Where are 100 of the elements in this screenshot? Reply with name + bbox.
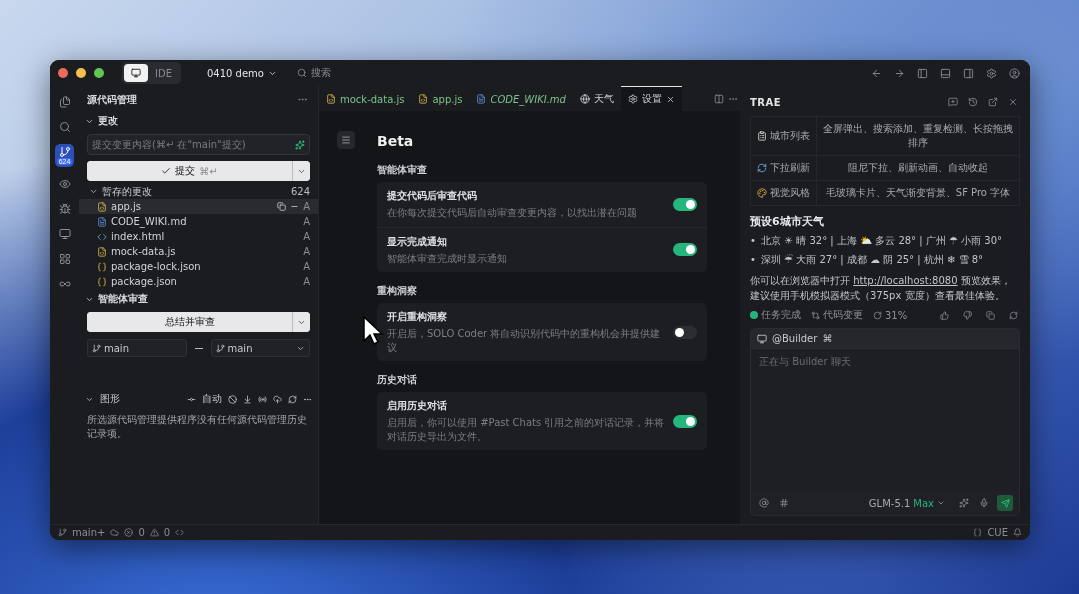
editor-tab[interactable]: 天气 — [572, 86, 621, 111]
project-dropdown[interactable]: 0410 demo — [200, 66, 283, 80]
menu-button[interactable] — [337, 131, 355, 149]
review-menu-button[interactable] — [292, 312, 310, 332]
debug-activity-button[interactable] — [56, 201, 73, 217]
branch-name[interactable]: main+ — [72, 527, 106, 538]
done-dot-icon — [750, 311, 758, 319]
auto-label[interactable]: 自动 — [202, 392, 222, 406]
settings-icon — [986, 67, 997, 79]
mention-button[interactable] — [757, 496, 771, 510]
document-icon — [97, 216, 107, 227]
file-list-item[interactable]: index.html A — [79, 229, 318, 244]
account-button[interactable] — [1007, 65, 1022, 81]
panel-left-icon — [917, 67, 928, 79]
remote-activity-button[interactable] — [56, 226, 73, 242]
branch-icon — [92, 343, 101, 353]
solo-mode-tab[interactable] — [124, 64, 148, 82]
setting-title: 启用历史对话 — [387, 399, 448, 413]
localhost-link[interactable]: http://localhost:8080 — [853, 275, 958, 286]
setting-title: 开启重构洞察 — [387, 310, 448, 324]
settings-title: Beta — [377, 133, 415, 149]
table-cell: 毛玻璃卡片、天气渐变背景、SF Pro 字体 — [817, 180, 1019, 205]
section-heading: 历史对话 — [377, 373, 418, 387]
chevron-down-icon — [937, 499, 945, 507]
like-button[interactable] — [938, 308, 951, 322]
file-name: CODE_WIKI.md — [111, 216, 187, 227]
model-select[interactable]: GLM-5.1 Max — [862, 496, 951, 510]
maximize-window-button[interactable] — [94, 68, 104, 78]
chat-composer[interactable]: @Builder ⌘ 正在与 Builder 聊天 GLM-5.1 Max — [750, 328, 1020, 516]
file-list-item[interactable]: package-lock.json A — [79, 259, 318, 274]
base-branch-select[interactable]: main — [87, 339, 187, 357]
response-heading: 预设6城市天气 — [750, 214, 825, 229]
editor-tab[interactable]: mock-data.js — [319, 86, 412, 111]
file-status: A — [303, 231, 310, 242]
search-field[interactable]: 搜索 — [296, 66, 331, 80]
braces-icon — [973, 528, 983, 537]
new-chat-button[interactable] — [946, 95, 960, 109]
editor-tab[interactable]: 设置 — [620, 86, 682, 111]
bell-icon — [1013, 528, 1022, 537]
file-name: app.js — [111, 201, 141, 212]
file-status: A — [303, 246, 310, 257]
dislike-button[interactable] — [961, 308, 974, 322]
weather-line: 深圳 ☔ 大雨 27° | 成都 ☁ 阴 25° | 杭州 ❄ 雪 8° — [760, 253, 984, 268]
refresh-icon — [1009, 310, 1018, 320]
toggle-switch[interactable] — [673, 197, 697, 211]
check-icon — [161, 166, 172, 176]
compare-branch-select[interactable]: main — [210, 339, 310, 357]
monitor-icon — [757, 333, 767, 344]
file-status: A — [303, 261, 310, 272]
thumbs-up-icon — [940, 310, 949, 320]
file-list-item[interactable]: mock-data.js A — [79, 244, 318, 259]
file-name: index.html — [111, 231, 165, 242]
preview-note: 你可以在浏览器中打开 http://localhost:8080 预览效果，建议使用手机模拟器模式（375px 宽度）查看最佳体验。 — [750, 274, 1012, 303]
commit-menu-button[interactable] — [292, 161, 310, 181]
settings-icon — [627, 94, 638, 104]
commit-message-input[interactable]: 提交变更内容(⌘↵ 在"main"提交) — [92, 139, 293, 150]
section-heading: 重构洞察 — [377, 284, 418, 298]
history-icon — [968, 97, 978, 107]
file-list-item[interactable]: package.json A — [79, 274, 318, 289]
arrow-right-icon — [894, 67, 905, 79]
ide-mode-tab[interactable]: IDE — [148, 64, 179, 82]
code-file-icon — [326, 94, 336, 104]
monitor-icon — [131, 68, 141, 78]
editor-tab[interactable]: CODE_WIKI.md — [469, 86, 573, 111]
history-button[interactable] — [966, 95, 980, 109]
search-placeholder: 搜索 — [310, 66, 331, 80]
eye-icon — [58, 178, 71, 190]
toggle-switch[interactable] — [673, 414, 697, 428]
pop-out-button[interactable] — [986, 95, 1000, 109]
minimize-window-button[interactable] — [76, 68, 86, 78]
voice-button[interactable] — [977, 496, 991, 510]
file-list-item[interactable]: app.js A — [79, 199, 318, 214]
search-icon — [296, 68, 307, 78]
setting-description: 开启后，SOLO Coder 将自动识别代码中的重构机会并提供建议 — [387, 327, 662, 354]
hash-button[interactable] — [777, 496, 791, 510]
section-heading: 智能体审查 — [377, 163, 428, 177]
table-cell: 视觉风格 — [770, 186, 810, 200]
monitor-icon — [58, 228, 71, 240]
file-list-item[interactable]: CODE_WIKI.md A — [79, 214, 318, 229]
panel-bottom-icon — [940, 67, 951, 79]
branch-icon — [58, 146, 71, 158]
settings-button[interactable] — [984, 65, 999, 81]
close-window-button[interactable] — [58, 68, 68, 78]
copy-button[interactable] — [984, 308, 997, 322]
arrow-left-icon — [871, 67, 882, 79]
send-button[interactable] — [997, 495, 1013, 511]
file-status: A — [303, 216, 310, 227]
editor-tab[interactable]: app.js — [411, 86, 470, 111]
retry-button[interactable] — [1007, 308, 1020, 322]
document-icon — [476, 94, 487, 104]
commit-message-field[interactable]: 提交变更内容(⌘↵ 在"main"提交) — [87, 134, 310, 155]
toggle-switch[interactable] — [673, 243, 697, 257]
toggle-switch[interactable] — [673, 325, 697, 339]
enhance-button[interactable] — [957, 496, 971, 510]
setting-description: 智能体审查完成时显示通知 — [387, 251, 508, 265]
agent-name: @Builder — [772, 333, 818, 344]
language-label[interactable]: CUE — [987, 527, 1008, 538]
file-status: A — [303, 201, 310, 212]
progress-icon — [873, 310, 882, 320]
download-icon — [243, 394, 252, 404]
